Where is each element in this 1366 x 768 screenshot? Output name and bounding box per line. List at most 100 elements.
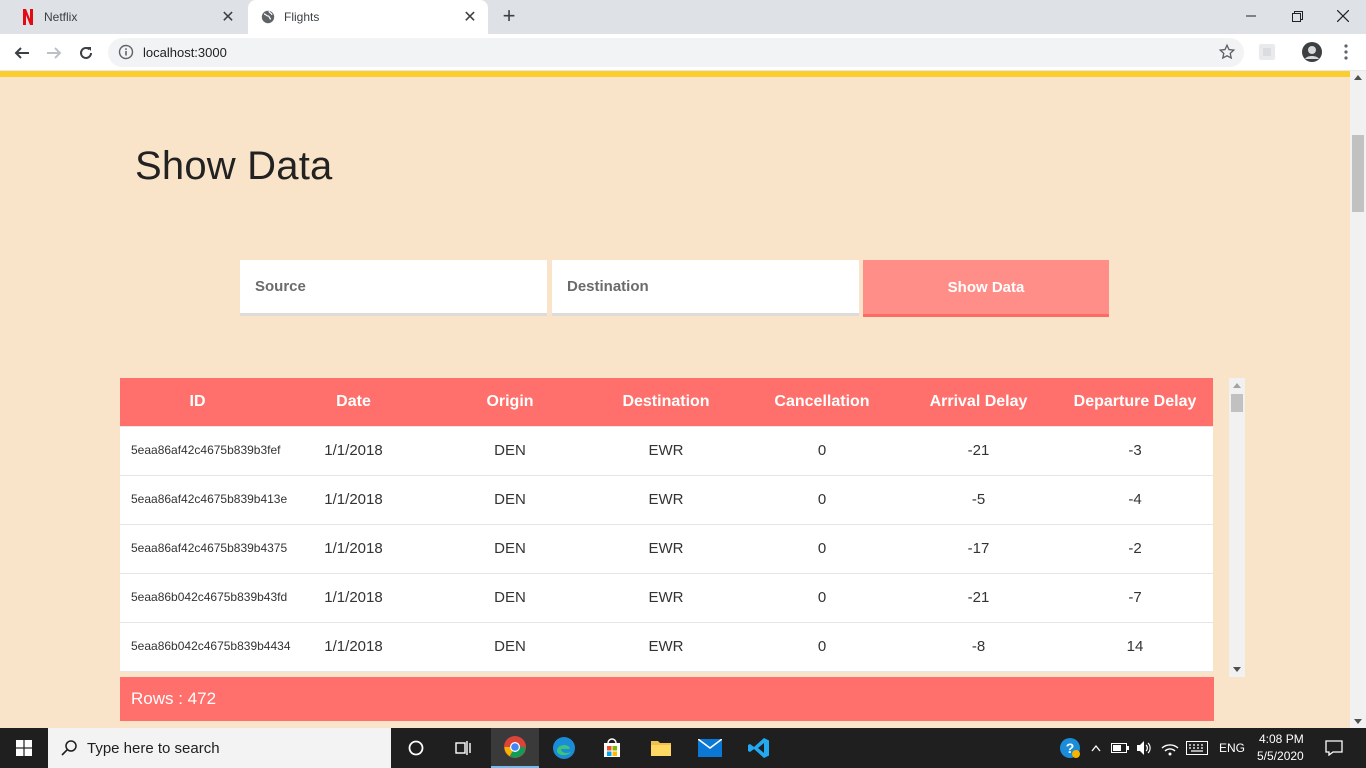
- table-row: 5eaa86af42c4675b839b413e 1/1/2018 DEN EW…: [120, 475, 1213, 524]
- accent-strip: [0, 71, 1350, 77]
- cell-date: [275, 671, 432, 672]
- table-row: 5eaa86b042c4675b839b43fd 1/1/2018 DEN EW…: [120, 573, 1213, 622]
- table-scroll-thumb[interactable]: [1231, 394, 1243, 412]
- restore-button[interactable]: [1274, 0, 1320, 32]
- help-icon[interactable]: ?: [1056, 728, 1084, 768]
- cell-destination: EWR: [648, 638, 684, 655]
- language-indicator[interactable]: ENG: [1219, 741, 1245, 755]
- cell-departure-delay: -3: [1128, 442, 1142, 459]
- cell-arrival-delay: -5: [971, 491, 986, 508]
- forward-icon[interactable]: [41, 40, 67, 66]
- cell-date: 1/1/2018: [324, 589, 383, 606]
- cell-origin: DEN: [494, 589, 526, 606]
- cell-destination: EWR: [648, 540, 684, 557]
- new-tab-button[interactable]: +: [497, 5, 521, 29]
- cell-arrival-delay: -21: [967, 589, 990, 606]
- chevron-up-icon[interactable]: [1087, 728, 1105, 768]
- url-text: localhost:3000: [143, 45, 227, 60]
- cell-cancellation: 0: [817, 442, 827, 459]
- cell-departure-delay: -4: [1128, 491, 1142, 508]
- cell-origin: DEN: [494, 638, 526, 655]
- column-header-arrival-delay: Arrival Delay: [929, 392, 1028, 410]
- cell-date: 1/1/2018: [324, 638, 383, 655]
- cell-arrival-delay: [900, 671, 1057, 672]
- info-icon[interactable]: [118, 44, 134, 60]
- clock-date[interactable]: 5/5/2020: [1257, 749, 1304, 763]
- tab-flights[interactable]: Flights ✕: [248, 0, 488, 34]
- cell-id: 5eaa86af42c4675b839b413e: [131, 491, 288, 506]
- cell-departure-delay: -2: [1128, 540, 1142, 557]
- cell-destination: [588, 671, 744, 672]
- cell-id: 5eaa86af42c4675b839b3fef: [131, 442, 281, 457]
- taskbar-search-text: Type here to search: [87, 739, 220, 757]
- cell-destination: EWR: [648, 589, 684, 606]
- show-data-button[interactable]: Show Data: [863, 260, 1109, 317]
- scroll-up-arrow-icon[interactable]: [1233, 383, 1241, 388]
- cell-destination: EWR: [648, 491, 684, 508]
- file-explorer-icon[interactable]: [637, 728, 685, 768]
- profile-avatar-icon[interactable]: [1302, 42, 1322, 62]
- chrome-icon[interactable]: [491, 728, 539, 768]
- source-input[interactable]: [240, 260, 547, 316]
- tab-netflix[interactable]: Netflix ✕: [8, 0, 246, 34]
- reload-icon[interactable]: [73, 40, 99, 66]
- column-header-id: ID: [189, 392, 206, 410]
- row-count-footer: Rows : 472: [120, 677, 1214, 721]
- battery-icon[interactable]: [1109, 728, 1131, 768]
- wifi-icon[interactable]: [1158, 728, 1182, 768]
- column-header-cancellation: Cancellation: [774, 392, 870, 410]
- edge-icon[interactable]: [540, 728, 588, 768]
- scroll-down-arrow-icon[interactable]: [1354, 719, 1362, 724]
- column-header-departure-delay: Departure Delay: [1073, 392, 1197, 410]
- flights-table: ID Date Origin Destination Cancellation …: [120, 378, 1213, 672]
- table-row: 5eaa86af42c4675b839b4375 1/1/2018 DEN EW…: [120, 524, 1213, 573]
- minimize-button[interactable]: [1228, 0, 1274, 32]
- scroll-up-arrow-icon[interactable]: [1354, 75, 1362, 80]
- table-header-row: ID Date Origin Destination Cancellation …: [120, 378, 1213, 426]
- store-icon[interactable]: [588, 728, 636, 768]
- page-scroll-thumb[interactable]: [1352, 135, 1364, 212]
- back-icon[interactable]: [9, 40, 35, 66]
- column-header-origin: Origin: [486, 392, 534, 410]
- scroll-down-arrow-icon[interactable]: [1233, 667, 1241, 672]
- cell-departure-delay: 14: [1126, 638, 1144, 655]
- notification-icon[interactable]: [1318, 728, 1350, 768]
- cortana-icon[interactable]: [392, 728, 440, 768]
- close-tab-icon[interactable]: ✕: [218, 7, 238, 27]
- mail-icon[interactable]: [686, 728, 734, 768]
- taskbar-search-box[interactable]: Type here to search: [48, 728, 391, 768]
- task-view-icon[interactable]: [440, 728, 488, 768]
- address-bar: localhost:3000: [0, 34, 1366, 71]
- cell-id: 5eaa86af42c4675b839b4375: [131, 540, 288, 555]
- keyboard-icon[interactable]: [1184, 728, 1210, 768]
- table-row: 5eaa86b042c4675b839b4434 1/1/2018 DEN EW…: [120, 622, 1213, 671]
- omnibox[interactable]: localhost:3000: [108, 38, 1244, 67]
- extension-icon[interactable]: [1257, 42, 1277, 62]
- cell-id: 5eaa86b042c4675b839b43fd: [131, 589, 288, 604]
- browser-tab-bar: Netflix ✕ Flights ✕ +: [0, 0, 1366, 34]
- bookmark-star-icon[interactable]: [1218, 43, 1236, 61]
- destination-input[interactable]: [552, 260, 859, 316]
- cell-departure-delay: -7: [1128, 589, 1142, 606]
- column-header-destination: Destination: [622, 392, 710, 410]
- cell-cancellation: 0: [817, 540, 827, 557]
- close-tab-icon[interactable]: ✕: [460, 7, 480, 27]
- cell-date: 1/1/2018: [324, 491, 383, 508]
- cell-departure-delay: [1057, 671, 1213, 672]
- cell-date: 1/1/2018: [324, 442, 383, 459]
- clock-time[interactable]: 4:08 PM: [1259, 732, 1304, 746]
- menu-dots-icon[interactable]: [1336, 42, 1356, 62]
- table-row: 5eaa86af42c4675b839b3fef 1/1/2018 DEN EW…: [120, 426, 1213, 475]
- windows-start-icon[interactable]: [0, 728, 48, 768]
- netflix-icon: [20, 9, 36, 25]
- cell-id: 5eaa86b042c4675b839b4434: [131, 638, 291, 653]
- tab-title: Netflix: [44, 10, 78, 24]
- cell-id: [120, 671, 275, 672]
- tab-title: Flights: [284, 10, 320, 24]
- table-scrollbar[interactable]: [1229, 378, 1245, 677]
- volume-icon[interactable]: [1133, 728, 1155, 768]
- close-window-button[interactable]: [1320, 0, 1366, 32]
- page-scrollbar[interactable]: [1350, 71, 1366, 728]
- vscode-icon[interactable]: [735, 728, 783, 768]
- cell-date: 1/1/2018: [324, 540, 383, 557]
